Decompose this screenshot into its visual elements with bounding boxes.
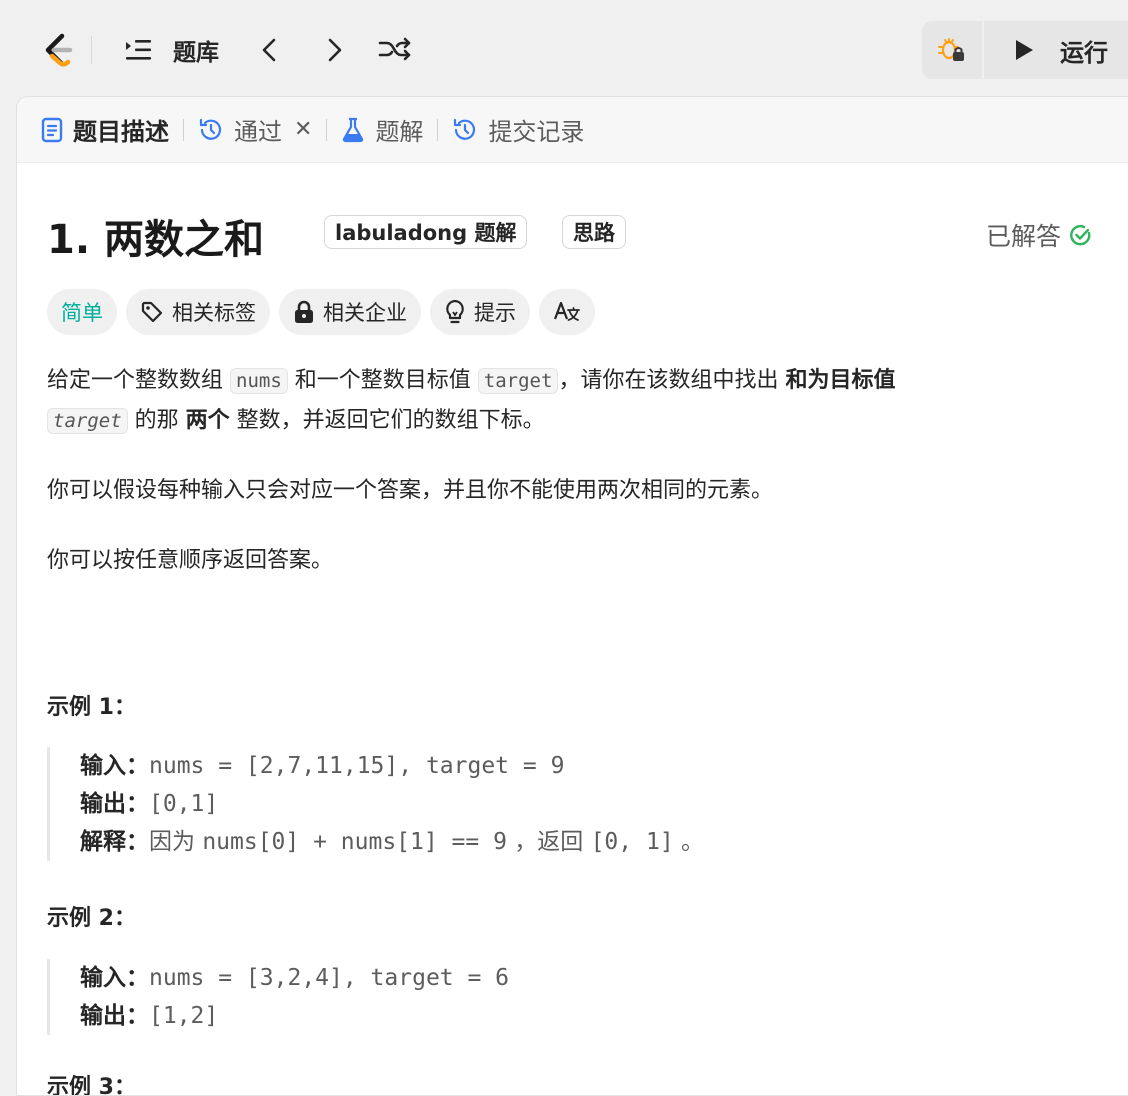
divider (91, 36, 92, 64)
tag-icon (141, 301, 163, 323)
leetcode-logo-icon[interactable] (38, 30, 78, 70)
translate-button[interactable] (539, 289, 595, 335)
chevron-right-icon (328, 38, 342, 62)
idea-badge[interactable]: 思路 (562, 215, 626, 249)
chevron-left-icon (262, 38, 276, 62)
problem-title[interactable]: 1. 两数之和 (47, 207, 264, 265)
shuffle-icon (378, 37, 411, 61)
related-tags-button[interactable]: 相关标签 (126, 289, 270, 335)
tab-solutions-label: 题解 (375, 118, 424, 146)
history-icon (454, 118, 476, 140)
run-button-label: 运行 (1060, 38, 1108, 67)
description-paragraph: 你可以按任意顺序返回答案。 (47, 548, 334, 573)
check-circle-icon (1070, 225, 1091, 246)
divider (326, 118, 328, 141)
example-output: 输出：[1,2] (80, 1003, 219, 1029)
run-button[interactable]: 运行 (984, 21, 1108, 79)
tab-accepted[interactable]: 通过 ✕ (198, 110, 312, 150)
description-paragraph: 给定一个整数数组 nums 和一个整数目标值 target ，请你在该数组中找出 … (47, 368, 896, 434)
tab-description[interactable]: 题目描述 (41, 110, 169, 150)
tab-submissions[interactable]: 提交记录 (452, 110, 584, 150)
hint-label: 提示 (474, 301, 516, 325)
example-output: 输出：[0,1] (80, 791, 219, 817)
solved-status: 已解答 (986, 217, 1093, 253)
panel-tabs: 题目描述 通过 ✕ 题解 提交记录 (17, 97, 1128, 163)
example-block: 输入：nums = [3,2,4], target = 6 输出：[1,2] (47, 959, 509, 1035)
title-row: 1. 两数之和 labuladong 题解 思路 已解答 (47, 207, 1107, 263)
run-controls: 运行 (922, 21, 1128, 79)
labuladong-solution-badge[interactable]: labuladong 题解 (324, 215, 528, 249)
problem-bank-link[interactable]: 题库 (173, 30, 219, 70)
debug-button[interactable] (922, 21, 984, 79)
description-panel: 题目描述 通过 ✕ 题解 提交记录 1. 两数之和 labuladong 题解 … (16, 96, 1128, 1096)
translate-icon (553, 301, 580, 321)
related-tags-label: 相关标签 (172, 301, 256, 325)
tab-description-label: 题目描述 (73, 118, 169, 146)
divider (183, 118, 184, 141)
problem-list-icon[interactable] (122, 30, 154, 70)
inline-code: target (47, 408, 128, 434)
tab-accepted-label: 通过 (234, 118, 282, 146)
example-block: 输入：nums = [2,7,11,15], target = 9 输出：[0,… (47, 747, 704, 861)
solved-label: 已解答 (985, 222, 1061, 251)
related-companies-button[interactable]: 相关企业 (279, 289, 421, 335)
history-icon (199, 118, 222, 140)
document-icon (41, 117, 63, 142)
random-problem-button[interactable] (377, 30, 413, 70)
close-icon[interactable]: ✕ (294, 117, 312, 142)
problem-description: 给定一个整数数组 nums 和一个整数目标值 target ，请你在该数组中找出 … (47, 361, 1067, 611)
example-title: 示例 2： (47, 906, 136, 931)
flask-icon (343, 117, 364, 142)
tab-solutions[interactable]: 题解 (341, 110, 423, 150)
top-bar: 题库 运行 (0, 0, 1128, 96)
related-companies-label: 相关企业 (323, 301, 407, 325)
tab-submissions-label: 提交记录 (488, 118, 585, 146)
example-input: 输入：nums = [2,7,11,15], target = 9 (80, 753, 565, 779)
difficulty-badge[interactable]: 简单 (47, 289, 117, 335)
example-input: 输入：nums = [3,2,4], target = 6 (80, 965, 510, 991)
example-title: 示例 1： (47, 695, 136, 720)
inline-code: nums (230, 368, 288, 394)
play-icon (1016, 40, 1033, 60)
example-explanation: 解释：因为 nums[0] + nums[1] == 9 ，返回 [0, 1] … (80, 829, 704, 855)
divider (437, 118, 439, 141)
prev-problem-button[interactable] (256, 30, 284, 70)
inline-code: target (477, 368, 559, 394)
lightbulb-icon (446, 299, 464, 324)
description-paragraph: 你可以假设每种输入只会对应一个答案，并且你不能使用两次相同的元素。 (47, 478, 774, 503)
lock-icon (295, 300, 313, 323)
bug-lock-icon (938, 38, 964, 61)
hint-button[interactable]: 提示 (430, 289, 530, 335)
next-problem-button[interactable] (320, 30, 348, 70)
tags-row: 简单 相关标签 相关企业 提示 (47, 289, 595, 335)
